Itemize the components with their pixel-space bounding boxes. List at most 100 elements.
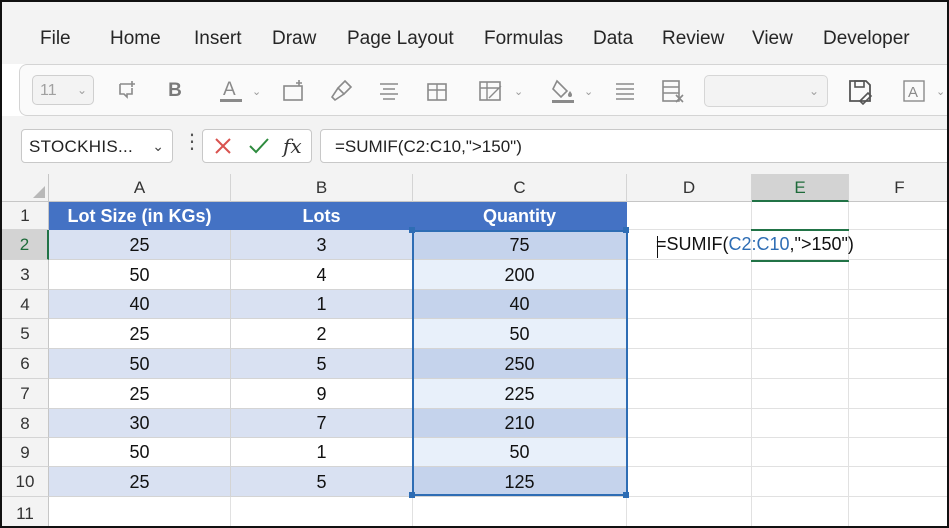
table-cell[interactable]: 50 xyxy=(413,319,627,349)
menu-formulas[interactable]: Formulas xyxy=(484,28,563,50)
format-painter-icon[interactable] xyxy=(326,65,356,117)
table-cell[interactable]: 30 xyxy=(49,409,231,438)
row-header-2[interactable]: 2 xyxy=(2,230,49,260)
table-cell[interactable]: 25 xyxy=(49,319,231,349)
table-cell[interactable]: 2 xyxy=(231,319,413,349)
table-cell[interactable]: 250 xyxy=(413,349,627,379)
empty-cell[interactable] xyxy=(849,319,947,349)
menu-developer[interactable]: Developer xyxy=(823,28,910,50)
empty-cell[interactable] xyxy=(849,290,947,319)
empty-cell[interactable] xyxy=(849,349,947,379)
empty-cell[interactable] xyxy=(849,202,947,230)
table-header-cell[interactable]: Lot Size (in KGs) xyxy=(49,202,231,230)
fill-color-icon[interactable] xyxy=(548,65,578,117)
table-cell[interactable]: 75 xyxy=(413,230,627,260)
empty-cell[interactable] xyxy=(752,497,849,526)
align-center-icon[interactable] xyxy=(374,65,404,117)
empty-cell[interactable] xyxy=(627,409,752,438)
font-size-dropdown[interactable]: 11 ⌄ xyxy=(32,75,94,105)
empty-cell[interactable] xyxy=(849,230,947,260)
empty-cell[interactable] xyxy=(752,290,849,319)
chevron-down-icon[interactable]: ⌄ xyxy=(936,85,945,98)
empty-cell[interactable] xyxy=(627,497,752,526)
empty-cell[interactable] xyxy=(849,438,947,467)
menu-page-layout[interactable]: Page Layout xyxy=(347,28,454,50)
table-cell[interactable]: 3 xyxy=(231,230,413,260)
more-options-icon[interactable]: ⋮ xyxy=(182,132,202,152)
column-header-f[interactable]: F xyxy=(849,174,947,202)
bold-button[interactable]: B xyxy=(162,65,188,117)
table-cell[interactable]: 25 xyxy=(49,379,231,409)
table-cell[interactable]: 225 xyxy=(413,379,627,409)
table-header-cell[interactable]: Quantity xyxy=(413,202,627,230)
empty-cell[interactable] xyxy=(752,379,849,409)
row-header-4[interactable]: 4 xyxy=(2,290,49,319)
name-box[interactable]: STOCKHIS... ⌄ xyxy=(21,129,173,163)
empty-cell[interactable] xyxy=(627,467,752,497)
empty-cell[interactable] xyxy=(752,438,849,467)
empty-cell[interactable] xyxy=(627,349,752,379)
table-cell[interactable]: 7 xyxy=(231,409,413,438)
empty-cell[interactable] xyxy=(627,319,752,349)
empty-cell[interactable] xyxy=(752,202,849,230)
table-cell[interactable]: 50 xyxy=(49,349,231,379)
selection-handle[interactable] xyxy=(623,227,629,233)
cell-styles-icon[interactable] xyxy=(476,65,506,117)
empty-cell[interactable] xyxy=(752,349,849,379)
row-header-7[interactable]: 7 xyxy=(2,379,49,409)
menu-draw[interactable]: Draw xyxy=(272,28,316,50)
table-header-cell[interactable]: Lots xyxy=(231,202,413,230)
table-cell[interactable]: 25 xyxy=(49,467,231,497)
table-cell[interactable]: 210 xyxy=(413,409,627,438)
table-cell[interactable]: 50 xyxy=(413,438,627,467)
column-header-c[interactable]: C xyxy=(413,174,627,202)
table-cell[interactable]: 9 xyxy=(231,379,413,409)
empty-cell[interactable] xyxy=(627,438,752,467)
empty-cell[interactable] xyxy=(752,409,849,438)
menu-file[interactable]: File xyxy=(40,28,71,50)
empty-cell[interactable] xyxy=(627,379,752,409)
menu-home[interactable]: Home xyxy=(110,28,161,50)
selection-handle[interactable] xyxy=(409,492,415,498)
row-header-9[interactable]: 9 xyxy=(2,438,49,467)
empty-cell[interactable] xyxy=(849,497,947,526)
table-cell[interactable]: 200 xyxy=(413,260,627,290)
table-cell[interactable]: 40 xyxy=(49,290,231,319)
insert-cells-icon[interactable] xyxy=(278,65,308,117)
formula-input[interactable]: =SUMIF(C2:C10,">150") xyxy=(320,129,947,163)
table-cell[interactable]: 125 xyxy=(413,467,627,497)
table-cell[interactable]: 5 xyxy=(231,467,413,497)
empty-cell[interactable] xyxy=(752,260,849,290)
row-header-10[interactable]: 10 xyxy=(2,467,49,497)
table-cell[interactable]: 1 xyxy=(231,290,413,319)
cell-edit-formula[interactable]: =SUMIF(C2:C10,">150") xyxy=(656,234,854,255)
menu-review[interactable]: Review xyxy=(662,28,724,50)
clear-format-icon[interactable] xyxy=(658,65,688,117)
table-cell[interactable]: 40 xyxy=(413,290,627,319)
table-cell[interactable]: 4 xyxy=(231,260,413,290)
column-header-a[interactable]: A xyxy=(49,174,231,202)
align-justify-icon[interactable] xyxy=(610,65,640,117)
enter-check-icon[interactable] xyxy=(247,135,271,162)
empty-cell[interactable] xyxy=(413,497,627,526)
chevron-down-icon[interactable]: ⌄ xyxy=(252,85,261,98)
empty-cell[interactable] xyxy=(849,260,947,290)
chevron-down-icon[interactable]: ⌄ xyxy=(584,85,593,98)
empty-cell[interactable] xyxy=(849,467,947,497)
table-cell[interactable]: 1 xyxy=(231,438,413,467)
chevron-down-icon[interactable]: ⌄ xyxy=(514,85,523,98)
empty-cell[interactable] xyxy=(627,290,752,319)
empty-cell[interactable] xyxy=(849,379,947,409)
table-cell[interactable]: 25 xyxy=(49,230,231,260)
column-header-b[interactable]: B xyxy=(231,174,413,202)
column-header-e[interactable]: E xyxy=(752,174,849,202)
empty-cell[interactable] xyxy=(627,202,752,230)
menu-view[interactable]: View xyxy=(752,28,793,50)
text-box-icon[interactable]: A xyxy=(900,65,930,117)
row-header-8[interactable]: 8 xyxy=(2,409,49,438)
empty-cell[interactable] xyxy=(627,260,752,290)
table-cell[interactable]: 5 xyxy=(231,349,413,379)
row-header-5[interactable]: 5 xyxy=(2,319,49,349)
table-cell[interactable]: 50 xyxy=(49,438,231,467)
row-header-3[interactable]: 3 xyxy=(2,260,49,290)
